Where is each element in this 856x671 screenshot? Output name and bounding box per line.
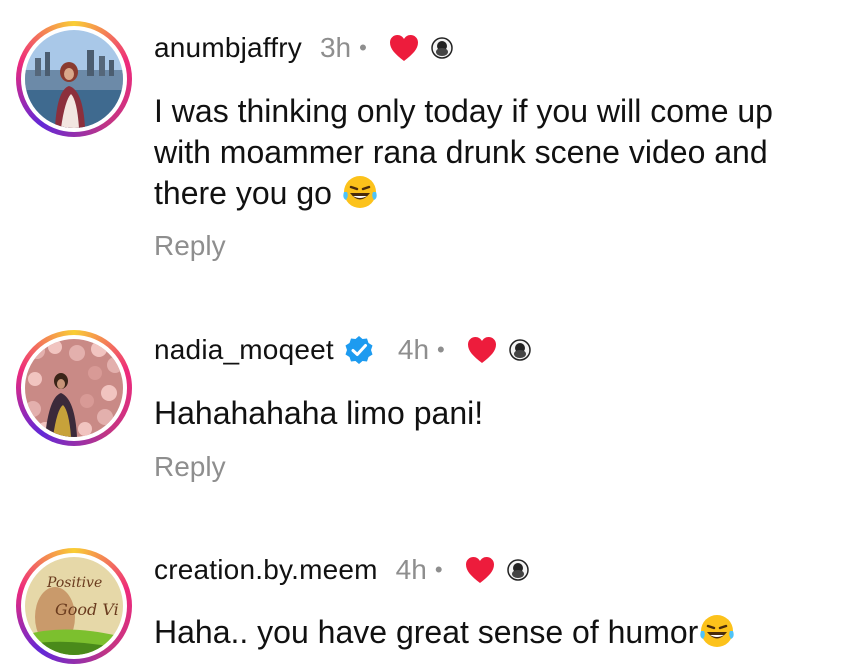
svg-text:Good Vi: Good Vi: [55, 600, 119, 619]
reply-button[interactable]: Reply: [154, 230, 226, 262]
comment-text: Haha.. you have great sense of humor: [154, 612, 844, 653]
avatar-ring[interactable]: Positive Good Vi: [16, 548, 132, 664]
creator-avatar-icon: [431, 37, 453, 59]
verified-badge-icon: [345, 336, 373, 364]
comment-text: I was thinking only today if you will co…: [154, 91, 844, 214]
timestamp: 4h: [395, 554, 427, 585]
avatar[interactable]: [25, 30, 123, 128]
creator-liked-heart-icon: [465, 557, 494, 583]
separator-dot: •: [434, 557, 443, 582]
laughing-tears-emoji-icon: [343, 176, 377, 208]
creator-liked-heart-icon: [467, 337, 496, 363]
avatar-ring[interactable]: [16, 21, 132, 137]
creator-avatar-icon: [506, 559, 529, 581]
username[interactable]: anumbjaffry: [154, 32, 302, 64]
avatar[interactable]: [25, 339, 123, 437]
reply-button[interactable]: Reply: [154, 451, 226, 483]
username[interactable]: nadia_moqeet: [154, 334, 334, 366]
username[interactable]: creation.by.meem: [154, 554, 378, 586]
comment-text-line: I was thinking only today if you will co…: [154, 93, 773, 129]
comment-text-line: Hahahahaha limo pani!: [154, 395, 484, 431]
comment-text-line: Haha.. you have great sense of humor: [154, 614, 699, 650]
separator-dot: •: [437, 337, 445, 362]
comment-text-line: with moammer rana drunk scene video and: [154, 134, 768, 170]
creator-avatar-icon: [508, 339, 531, 361]
timestamp: 3h: [319, 32, 352, 63]
comment-text: Hahahahaha limo pani!: [154, 393, 844, 434]
separator-dot: •: [359, 35, 367, 60]
avatar-ring[interactable]: [16, 330, 132, 446]
svg-text:Positive: Positive: [46, 575, 102, 591]
avatar[interactable]: Positive Good Vi: [25, 557, 123, 655]
comment-text-line: there you go: [154, 175, 332, 211]
creator-liked-heart-icon: [389, 35, 418, 61]
timestamp: 4h: [397, 334, 430, 365]
laughing-tears-emoji-icon: [700, 615, 734, 647]
